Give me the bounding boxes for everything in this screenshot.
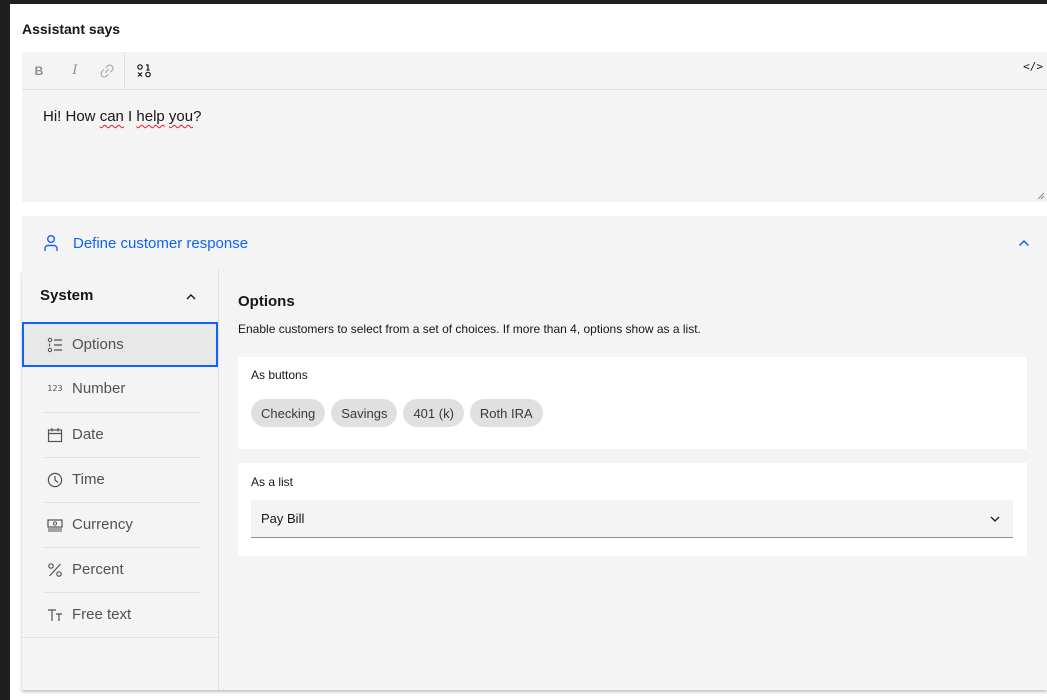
response-editor-frame: Assistant says B I </> Hi! How can I hel… [10,4,1047,700]
as-buttons-label: As buttons [251,368,308,382]
spellcheck-word: help [136,108,165,125]
currency-icon [46,516,64,534]
link-button[interactable] [96,59,118,83]
assistant-message-text[interactable]: Hi! How can I help you? [43,108,201,125]
sidebar-heading-system: System [40,287,94,304]
sidebar-item-percent[interactable]: Percent [22,547,218,592]
sidebar-item-label: Options [72,336,124,353]
variable-icon [137,63,151,77]
sidebar-item-label: Currency [72,516,133,533]
message-text-part: Hi! How [43,108,100,125]
editor-toolbar: B I </> [22,51,1047,90]
spellcheck-word: can [99,108,124,125]
code-view-button[interactable]: </> [1023,60,1043,73]
percent-icon [46,561,64,579]
link-icon [100,63,114,78]
sidebar-item-label: Free text [72,606,132,623]
text-icon [46,606,64,624]
spellcheck-word: you [168,108,194,125]
sidebar-item-label: Percent [72,561,124,578]
chevron-up-icon[interactable] [185,291,197,303]
response-type-sidebar: System Options 123 Number Date Time Curr… [22,270,219,690]
as-buttons-card[interactable]: As buttons Checking Savings 401 (k) Roth… [238,357,1027,449]
option-chip[interactable]: Checking [251,399,326,427]
sidebar-item-label: Date [72,426,104,443]
number-icon: 123 [47,384,63,393]
italic-button[interactable]: I [64,59,86,83]
sidebar-item-label: Number [72,380,126,397]
sidebar-item-options[interactable]: Options [22,322,218,367]
message-text-part: I [123,108,137,125]
sidebar-item-label: Time [72,471,105,488]
sidebar-item-date[interactable]: Date [22,412,218,457]
italic-label: I [72,63,78,78]
assistant-message-editor[interactable]: B I </> Hi! How can I help you? [22,51,1047,202]
sidebar-item-free-text[interactable]: Free text [22,592,218,637]
chevron-up-icon[interactable] [1017,236,1031,250]
sidebar-item-currency[interactable]: Currency [22,502,218,547]
options-list-icon [46,336,64,354]
option-chip[interactable]: 401 (k) [403,399,464,427]
define-customer-response-toggle[interactable]: Define customer response [22,216,1047,270]
insert-variable-button[interactable] [125,52,163,90]
option-chips: Checking Savings 401 (k) Roth IRA [251,399,543,427]
dropdown-value: Pay Bill [261,511,305,526]
define-customer-response-label: Define customer response [73,234,249,252]
sidebar-item-number[interactable]: 123 Number [22,366,218,411]
customer-response-panel: System Options 123 Number Date Time Curr… [22,270,1047,690]
message-text-part: ? [193,108,202,125]
assistant-says-heading: Assistant says [22,21,121,37]
resize-handle-icon[interactable] [1035,190,1045,200]
option-chip[interactable]: Savings [331,399,398,427]
option-chip[interactable]: Roth IRA [469,399,543,427]
user-icon [44,235,58,251]
as-list-label: As a list [251,475,294,489]
options-description: Enable customers to select from a set of… [238,322,701,336]
clock-icon [46,471,64,489]
as-list-card[interactable]: As a list Pay Bill [238,463,1027,556]
bold-button[interactable]: B [28,59,50,83]
sidebar-item-time[interactable]: Time [22,457,218,502]
calendar-icon [46,426,64,444]
options-dropdown[interactable]: Pay Bill [251,500,1013,538]
sidebar-divider [22,637,219,638]
options-title: Options [238,293,295,310]
bold-label: B [34,63,44,78]
chevron-down-icon [990,516,1000,522]
